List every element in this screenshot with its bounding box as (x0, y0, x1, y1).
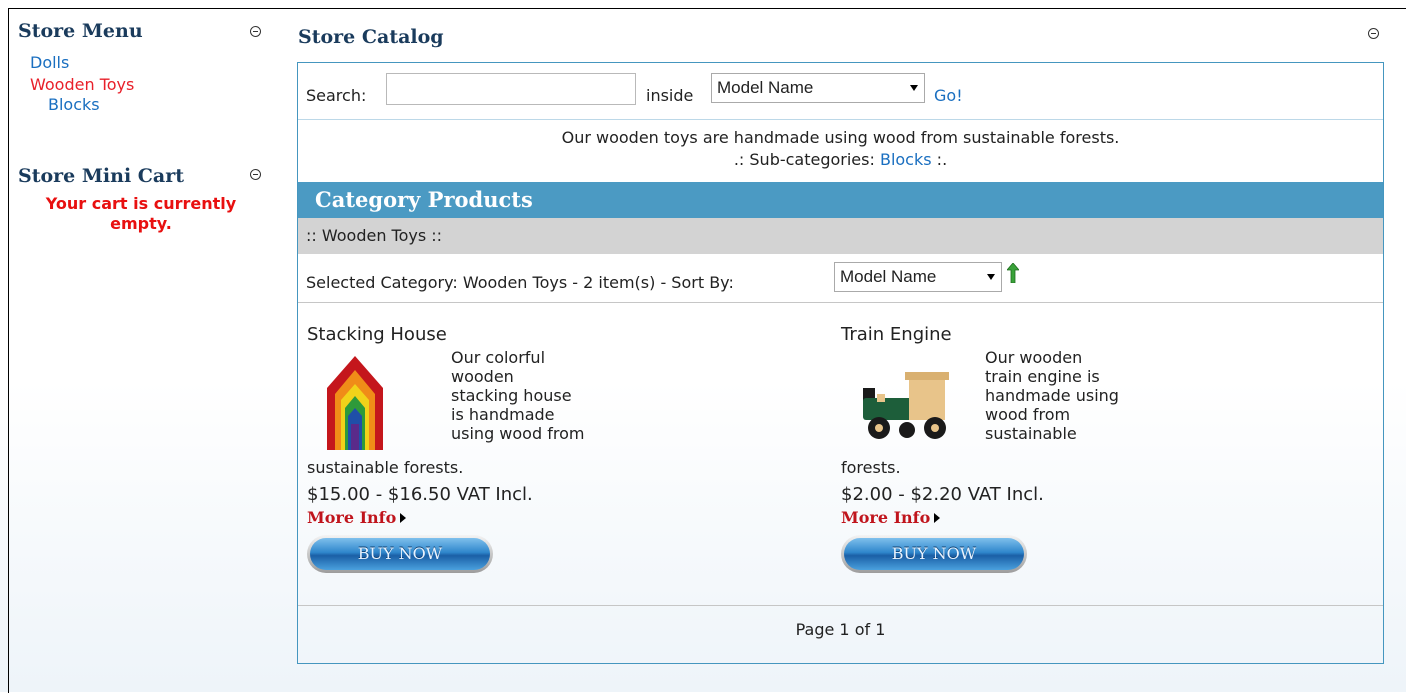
product-name[interactable]: Stacking House (307, 325, 627, 344)
more-info-link[interactable]: More Info (841, 508, 941, 527)
mini-cart-title-text: Store Mini Cart (18, 165, 184, 187)
sort-ascending-icon[interactable] (1007, 263, 1019, 283)
menu-item-wooden-toys[interactable]: Wooden Toys (30, 75, 268, 95)
buy-now-button[interactable]: BUY NOW (307, 535, 493, 573)
more-info-link[interactable]: More Info (307, 508, 407, 527)
product-image[interactable] (307, 348, 449, 458)
catalog-title-bar: Store Catalog (298, 24, 1388, 52)
product-name[interactable]: Train Engine (841, 325, 1161, 344)
sort-bar: Selected Category: Wooden Toys - 2 item(… (298, 254, 1383, 303)
store-menu-title: Store Menu (18, 18, 268, 44)
search-label: Search: (306, 86, 367, 105)
catalog-panel: Search: inside Model Name Go! Our wooden… (297, 62, 1384, 664)
arrow-right-icon (400, 513, 407, 523)
cart-empty-message: Your cart is currently empty. (45, 194, 237, 233)
category-description: Our wooden toys are handmade using wood … (561, 128, 1120, 169)
chevron-down-icon (910, 85, 918, 91)
store-menu-list: Dolls Wooden Toys Blocks (30, 53, 268, 115)
inside-label: inside (646, 86, 694, 105)
store-menu-title-text: Store Menu (18, 20, 143, 42)
buy-now-button[interactable]: BUY NOW (841, 535, 1027, 573)
pagination: Page 1 of 1 (795, 620, 886, 639)
product-image[interactable] (841, 348, 983, 458)
product-price: $2.00 - $2.20 VAT Incl. (841, 484, 1044, 505)
catalog-title: Store Catalog (298, 24, 1388, 50)
product-card: Stacking House Our colorful wooden stack… (307, 325, 627, 573)
subcategory-link-blocks[interactable]: Blocks (880, 150, 932, 169)
arrow-right-icon (934, 513, 941, 523)
train-engine-image (863, 372, 949, 439)
product-price: $15.00 - $16.50 VAT Incl. (307, 484, 533, 505)
stacking-house-image (327, 356, 383, 450)
product-grid: Stacking House Our colorful wooden stack… (298, 303, 1383, 606)
menu-item-dolls[interactable]: Dolls (30, 53, 268, 73)
search-input[interactable] (386, 73, 636, 105)
chevron-down-icon (987, 274, 995, 280)
selected-category-text: Selected Category: Wooden Toys - 2 item(… (306, 273, 734, 292)
mini-cart-title: Store Mini Cart (18, 163, 268, 189)
go-link[interactable]: Go! (934, 86, 963, 105)
product-card: Train Engine Our wooden train engine is … (841, 325, 1161, 573)
collapse-icon[interactable] (250, 26, 261, 37)
search-field-select[interactable]: Model Name (711, 73, 925, 103)
sort-select[interactable]: Model Name (834, 262, 1002, 292)
category-products-header: Category Products (298, 182, 1383, 218)
collapse-icon[interactable] (1368, 28, 1379, 39)
collapse-icon[interactable] (250, 169, 261, 180)
left-column: Store Menu Dolls Wooden Toys Blocks Stor… (18, 18, 268, 234)
category-path: :: Wooden Toys :: (298, 218, 1383, 254)
menu-item-blocks[interactable]: Blocks (30, 95, 268, 115)
search-bar: Search: inside Model Name Go! (298, 63, 1383, 120)
catalog-title-text: Store Catalog (298, 26, 444, 48)
